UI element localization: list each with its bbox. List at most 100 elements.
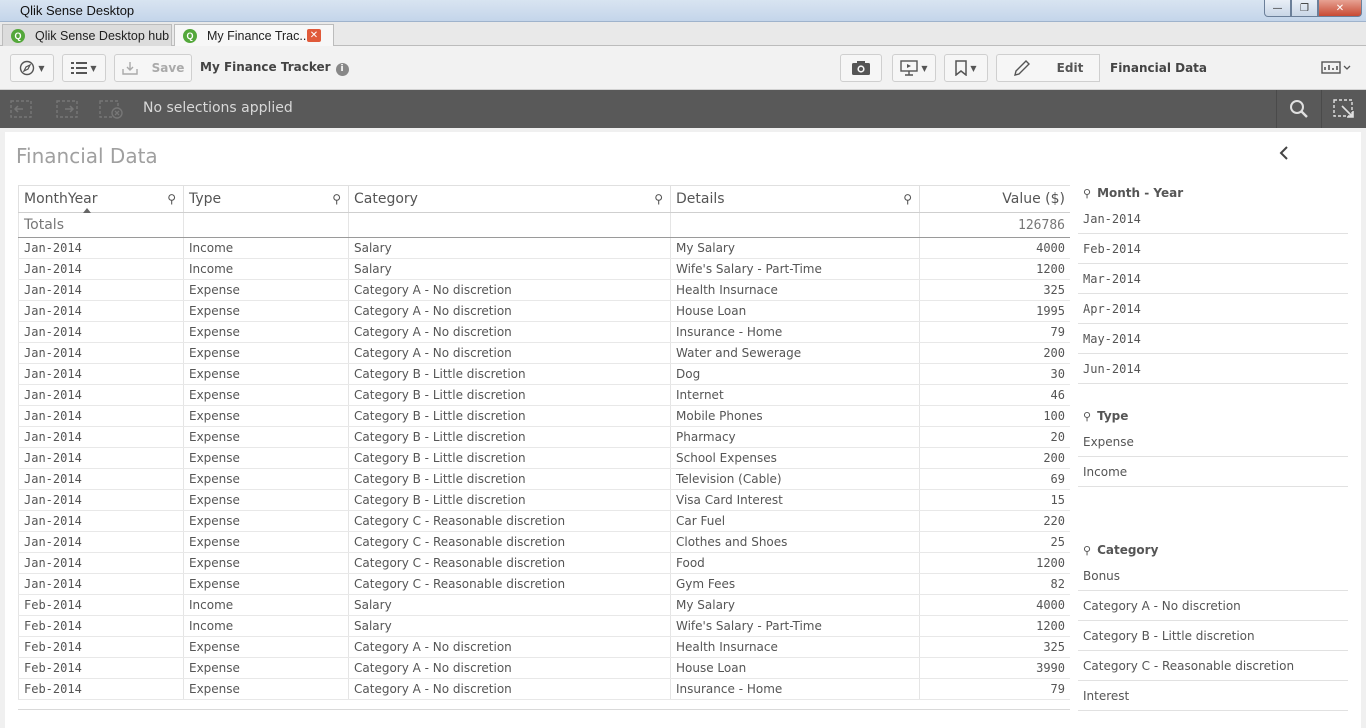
table-cell[interactable]: Category A - No discretion xyxy=(348,342,671,364)
filter-item[interactable]: Jan-2014 xyxy=(1078,204,1348,234)
edit-button[interactable]: Edit xyxy=(996,54,1099,82)
table-cell[interactable]: Salary xyxy=(348,615,671,637)
search-icon[interactable]: ⚲ xyxy=(332,192,341,206)
table-cell[interactable]: School Expenses xyxy=(670,447,920,469)
close-icon[interactable]: ✕ xyxy=(1318,0,1362,17)
tab-hub[interactable]: Q Qlik Sense Desktop hub xyxy=(2,24,172,46)
table-cell[interactable]: Expense xyxy=(183,657,349,679)
table-cell[interactable]: Insurance - Home xyxy=(670,678,920,700)
table-cell[interactable]: Dog xyxy=(670,363,920,385)
table-cell[interactable]: Jan-2014 xyxy=(18,363,184,385)
table-cell[interactable]: Category B - Little discretion xyxy=(348,363,671,385)
table-cell[interactable]: Gym Fees xyxy=(670,573,920,595)
filter-pane-header[interactable]: ⚲ Type xyxy=(1078,405,1348,427)
collapse-panel-icon[interactable] xyxy=(1278,145,1290,165)
table-cell[interactable]: 1995 xyxy=(919,300,1070,322)
table-row[interactable]: Jan-2014 Expense Category C - Reasonable d… xyxy=(18,510,1070,532)
table-cell[interactable]: Expense xyxy=(183,405,349,427)
table-row[interactable]: Jan-2014 Expense Category B - Little discr… xyxy=(18,384,1070,406)
table-cell[interactable]: Category C - Reasonable discretion xyxy=(348,531,671,553)
table-cell[interactable]: Category A - No discretion xyxy=(348,300,671,322)
table-cell[interactable]: Internet xyxy=(670,384,920,406)
table-cell[interactable]: Jan-2014 xyxy=(18,405,184,427)
table-cell[interactable]: 4000 xyxy=(919,237,1070,259)
table-cell[interactable]: Car Fuel xyxy=(670,510,920,532)
table-row[interactable]: Feb-2014 Income Salary My Salary 4000 xyxy=(18,594,1070,616)
maximize-icon[interactable]: ❐ xyxy=(1291,0,1318,17)
table-cell[interactable]: Wife's Salary - Part-Time xyxy=(670,258,920,280)
table-cell[interactable]: Feb-2014 xyxy=(18,678,184,700)
bookmark-button[interactable]: ▼ xyxy=(944,54,988,82)
table-row[interactable]: Jan-2014 Expense Category C - Reasonable d… xyxy=(18,573,1070,595)
table-row[interactable]: Jan-2014 Expense Category B - Little discr… xyxy=(18,405,1070,427)
filter-item[interactable]: Bonus xyxy=(1078,561,1348,591)
filter-item[interactable]: Category B - Little discretion xyxy=(1078,621,1348,651)
table-row[interactable]: Jan-2014 Expense Category B - Little discr… xyxy=(18,447,1070,469)
table-cell[interactable]: Feb-2014 xyxy=(18,657,184,679)
table-cell[interactable]: 3990 xyxy=(919,657,1070,679)
table-cell[interactable]: Expense xyxy=(183,426,349,448)
table-cell[interactable]: Feb-2014 xyxy=(18,636,184,658)
table-cell[interactable]: Category B - Little discretion xyxy=(348,447,671,469)
table-cell[interactable]: Food xyxy=(670,552,920,574)
table-cell[interactable]: Jan-2014 xyxy=(18,447,184,469)
table-cell[interactable]: House Loan xyxy=(670,300,920,322)
table-cell[interactable]: Feb-2014 xyxy=(18,594,184,616)
table-cell[interactable]: Jan-2014 xyxy=(18,384,184,406)
table-cell[interactable]: Television (Cable) xyxy=(670,468,920,490)
table-cell[interactable]: 82 xyxy=(919,573,1070,595)
table-cell[interactable]: Mobile Phones xyxy=(670,405,920,427)
table-cell[interactable]: Jan-2014 xyxy=(18,510,184,532)
table-cell[interactable]: 79 xyxy=(919,678,1070,700)
tab-close-icon[interactable]: ✕ xyxy=(307,29,321,42)
table-cell[interactable]: Category C - Reasonable discretion xyxy=(348,552,671,574)
table-cell[interactable]: Jan-2014 xyxy=(18,237,184,259)
table-row[interactable]: Jan-2014 Expense Category C - Reasonable d… xyxy=(18,552,1070,574)
table-cell[interactable]: 79 xyxy=(919,321,1070,343)
table-cell[interactable]: Category A - No discretion xyxy=(348,636,671,658)
table-cell[interactable]: Jan-2014 xyxy=(18,468,184,490)
step-forward-icon[interactable] xyxy=(54,98,80,120)
table-cell[interactable]: Category C - Reasonable discretion xyxy=(348,573,671,595)
column-header-category[interactable]: Category ⚲ xyxy=(348,185,671,213)
table-cell[interactable]: Wife's Salary - Part-Time xyxy=(670,615,920,637)
table-cell[interactable]: 220 xyxy=(919,510,1070,532)
table-row[interactable]: Feb-2014 Expense Category A - No discretio… xyxy=(18,678,1070,700)
column-header-monthyear[interactable]: MonthYear ⚲ xyxy=(18,185,184,213)
table-cell[interactable]: Category B - Little discretion xyxy=(348,384,671,406)
table-cell[interactable]: 325 xyxy=(919,279,1070,301)
table-cell[interactable]: Expense xyxy=(183,531,349,553)
table-row[interactable]: Feb-2014 Expense Category A - No discretio… xyxy=(18,636,1070,658)
search-icon[interactable]: ⚲ xyxy=(167,192,176,206)
table-cell[interactable]: Expense xyxy=(183,636,349,658)
table-cell[interactable]: 1200 xyxy=(919,615,1070,637)
table-cell[interactable]: Jan-2014 xyxy=(18,342,184,364)
table-cell[interactable]: Category B - Little discretion xyxy=(348,468,671,490)
table-cell[interactable]: 15 xyxy=(919,489,1070,511)
table-row[interactable]: Jan-2014 Expense Category B - Little discr… xyxy=(18,468,1070,490)
filter-pane-header[interactable]: ⚲ Month - Year xyxy=(1078,182,1348,204)
table-row[interactable]: Jan-2014 Expense Category B - Little discr… xyxy=(18,426,1070,448)
sheet-selector[interactable]: Financial Data xyxy=(1099,54,1357,82)
snapshot-button[interactable] xyxy=(840,54,882,82)
table-cell[interactable]: Health Insurnace xyxy=(670,279,920,301)
filter-item[interactable]: Income xyxy=(1078,457,1348,487)
table-cell[interactable]: Jan-2014 xyxy=(18,489,184,511)
save-button[interactable]: Save xyxy=(114,54,192,82)
table-cell[interactable]: Jan-2014 xyxy=(18,552,184,574)
table-cell[interactable]: 1200 xyxy=(919,258,1070,280)
table-cell[interactable]: Feb-2014 xyxy=(18,615,184,637)
table-cell[interactable]: 69 xyxy=(919,468,1070,490)
filter-item[interactable]: Category C - Reasonable discretion xyxy=(1078,651,1348,681)
table-cell[interactable]: Pharmacy xyxy=(670,426,920,448)
table-cell[interactable]: 46 xyxy=(919,384,1070,406)
table-cell[interactable]: Expense xyxy=(183,363,349,385)
navigation-button[interactable]: ▼ xyxy=(10,54,54,82)
table-cell[interactable]: Jan-2014 xyxy=(18,300,184,322)
table-cell[interactable]: Jan-2014 xyxy=(18,279,184,301)
table-row[interactable]: Jan-2014 Income Salary Wife's Salary - Part… xyxy=(18,258,1070,280)
table-cell[interactable]: 200 xyxy=(919,342,1070,364)
table-cell[interactable]: Income xyxy=(183,615,349,637)
table-cell[interactable]: Expense xyxy=(183,573,349,595)
table-cell[interactable]: Category A - No discretion xyxy=(348,678,671,700)
